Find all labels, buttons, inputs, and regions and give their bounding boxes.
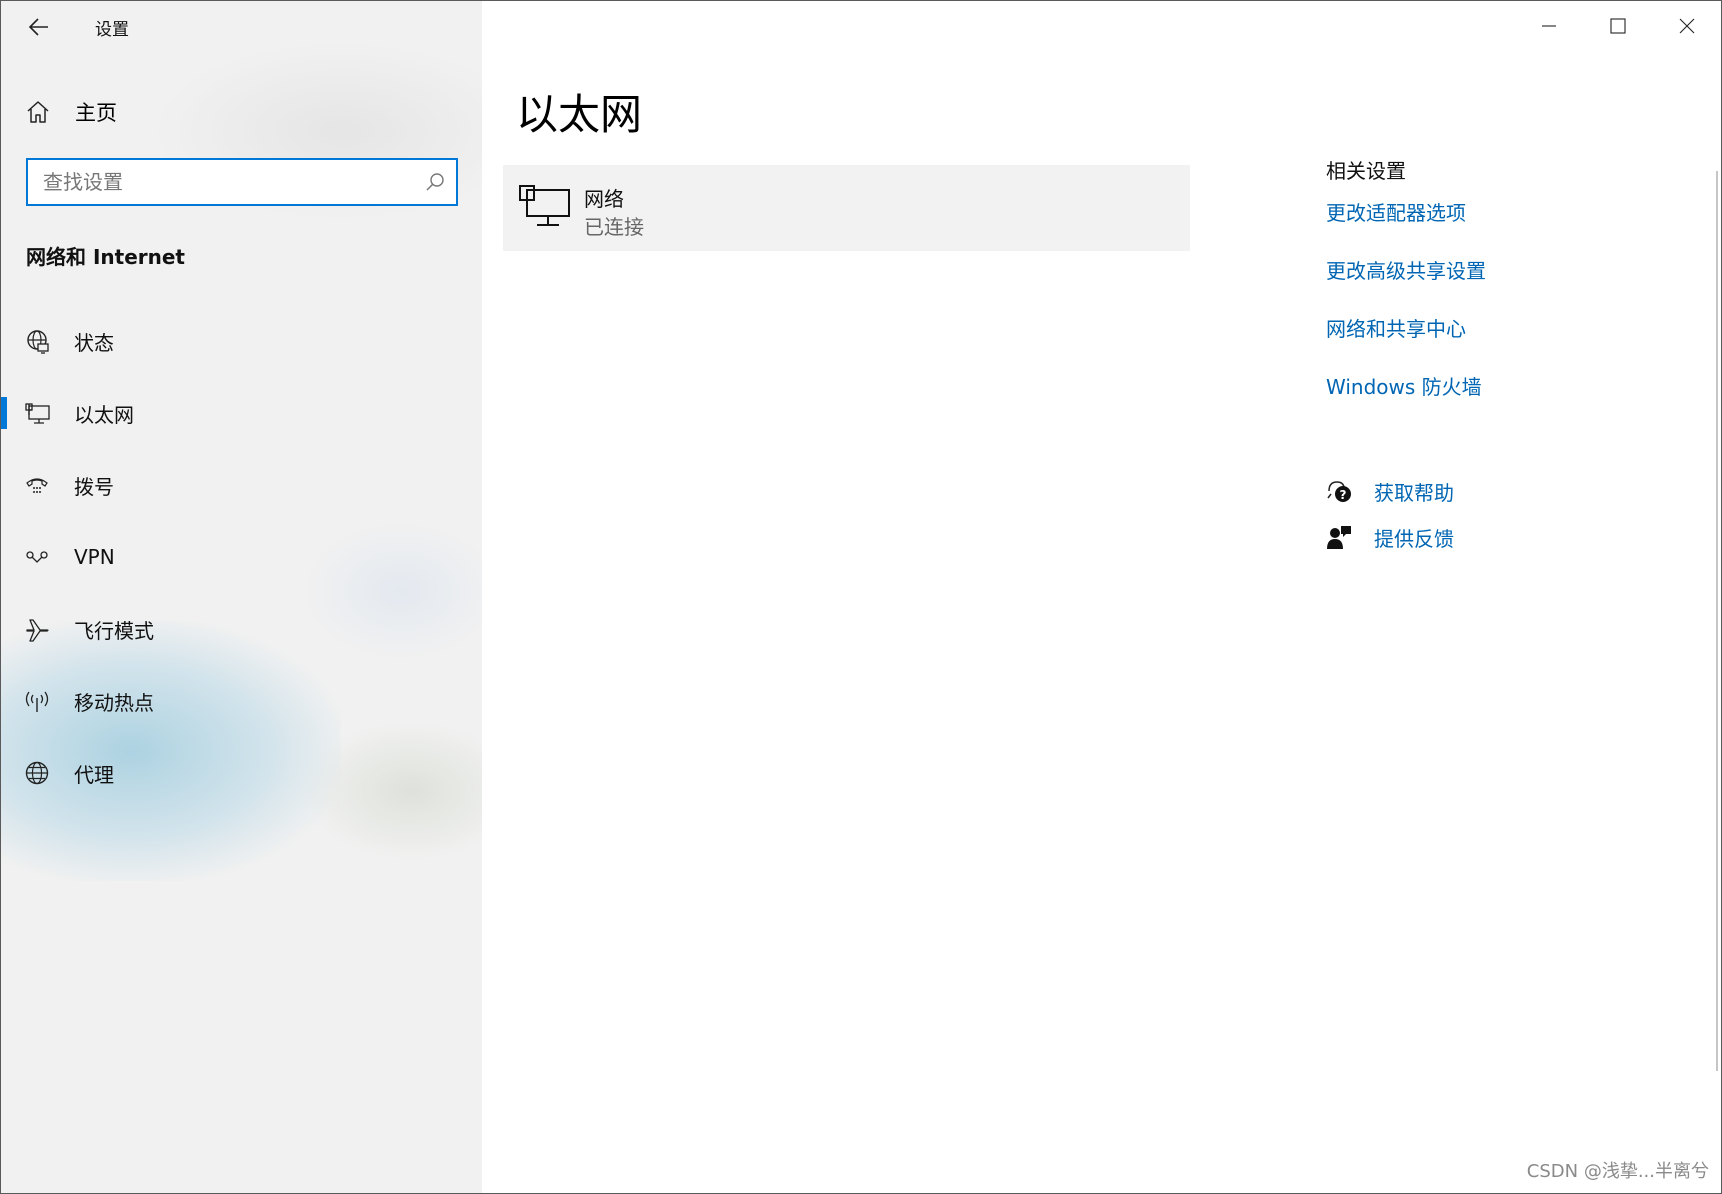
page-title: 以太网 bbox=[516, 90, 643, 139]
svg-text:?: ? bbox=[1340, 488, 1347, 502]
network-status: 已连接 bbox=[584, 215, 644, 239]
get-help-label: 获取帮助 bbox=[1374, 480, 1454, 505]
minimize-icon bbox=[1541, 25, 1556, 27]
get-help-link[interactable]: ? 获取帮助 bbox=[1326, 468, 1666, 514]
settings-window: 设置 主页 网络和 Internet bbox=[0, 0, 1722, 1194]
globe-status-icon bbox=[27, 330, 49, 354]
search-input[interactable] bbox=[43, 170, 413, 194]
search-icon[interactable] bbox=[424, 171, 446, 193]
close-button[interactable] bbox=[1652, 1, 1721, 51]
sidebar-item-proxy[interactable]: 代理 bbox=[1, 737, 482, 809]
sidebar-item-ethernet[interactable]: 以太网 bbox=[1, 377, 482, 449]
feedback-icon bbox=[1327, 526, 1351, 549]
globe-icon bbox=[25, 761, 49, 785]
help-chat-icon: ? bbox=[1327, 481, 1351, 502]
window-controls bbox=[1514, 1, 1721, 51]
sidebar-item-status[interactable]: 状态 bbox=[1, 305, 482, 377]
sidebar-item-label: 拨号 bbox=[74, 474, 114, 499]
sidebar-nav: 状态 以太网 拨号 VPN 飞行模式 移动热点 代理 bbox=[1, 305, 482, 809]
network-card[interactable]: 网络 已连接 bbox=[503, 165, 1190, 251]
sidebar-item-hotspot[interactable]: 移动热点 bbox=[1, 665, 482, 737]
search-box[interactable] bbox=[26, 158, 458, 206]
network-name: 网络 bbox=[584, 187, 624, 211]
feedback-label: 提供反馈 bbox=[1374, 526, 1454, 551]
app-title: 设置 bbox=[95, 20, 129, 40]
home-label: 主页 bbox=[75, 101, 117, 125]
ethernet-icon bbox=[25, 403, 50, 424]
sidebar-item-label: VPN bbox=[74, 545, 115, 569]
sidebar-item-label: 飞行模式 bbox=[74, 618, 154, 643]
sidebar-item-home[interactable]: 主页 bbox=[25, 93, 445, 131]
link-advanced-sharing[interactable]: 更改高级共享设置 bbox=[1326, 258, 1666, 316]
dialup-icon bbox=[26, 478, 48, 493]
back-button[interactable] bbox=[23, 11, 55, 43]
section-title: 网络和 Internet bbox=[26, 245, 185, 269]
minimize-button[interactable] bbox=[1514, 1, 1583, 51]
link-adapter-options[interactable]: 更改适配器选项 bbox=[1326, 200, 1666, 258]
maximize-button[interactable] bbox=[1583, 1, 1652, 51]
sidebar-item-airplane[interactable]: 飞行模式 bbox=[1, 593, 482, 665]
vpn-icon bbox=[26, 551, 48, 563]
ethernet-icon bbox=[519, 185, 570, 226]
feedback-link[interactable]: 提供反馈 bbox=[1326, 514, 1666, 560]
sidebar-item-label: 状态 bbox=[74, 330, 114, 355]
hotspot-icon bbox=[25, 691, 49, 712]
sidebar-item-dialup[interactable]: 拨号 bbox=[1, 449, 482, 521]
back-arrow-icon bbox=[28, 18, 48, 36]
related-settings: 相关设置 更改适配器选项 更改高级共享设置 网络和共享中心 Windows 防火… bbox=[1326, 155, 1666, 432]
sidebar: 设置 主页 网络和 Internet bbox=[1, 1, 482, 1193]
help-section: ? 获取帮助 提供反馈 bbox=[1326, 468, 1666, 560]
scrollbar[interactable] bbox=[1716, 171, 1718, 1071]
maximize-icon bbox=[1609, 18, 1626, 34]
close-icon bbox=[1679, 18, 1694, 34]
home-icon bbox=[27, 101, 49, 123]
airplane-icon bbox=[26, 619, 49, 642]
link-network-sharing-center[interactable]: 网络和共享中心 bbox=[1326, 316, 1666, 374]
sidebar-item-label: 以太网 bbox=[74, 402, 134, 427]
sidebar-item-label: 代理 bbox=[74, 762, 114, 787]
related-settings-heading: 相关设置 bbox=[1326, 159, 1406, 183]
sidebar-item-label: 移动热点 bbox=[74, 690, 154, 715]
watermark: CSDN @浅挚...半离兮 bbox=[1526, 1161, 1709, 1182]
sidebar-item-vpn[interactable]: VPN bbox=[1, 521, 482, 593]
link-windows-firewall[interactable]: Windows 防火墙 bbox=[1326, 374, 1666, 432]
